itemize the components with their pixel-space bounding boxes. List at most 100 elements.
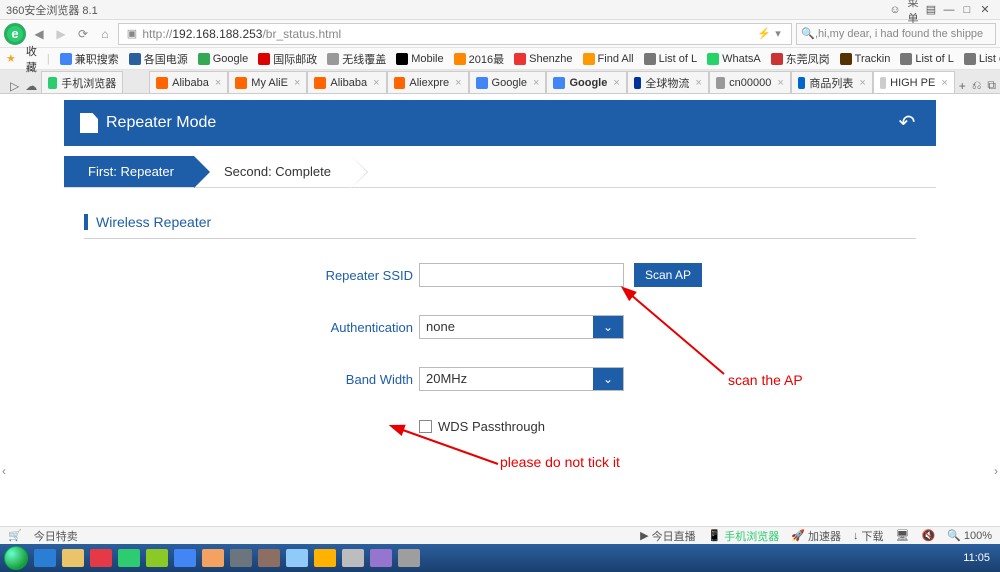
taskbar-icon[interactable] xyxy=(230,549,252,567)
tab[interactable]: Google× xyxy=(469,71,547,93)
fav-star-icon[interactable]: ★ xyxy=(6,52,16,65)
status-tool-icon[interactable]: 🖥 xyxy=(895,529,909,542)
taskbar-icon[interactable] xyxy=(342,549,364,567)
tab[interactable]: Aliexpre× xyxy=(387,71,469,93)
taskbar-icon[interactable] xyxy=(258,549,280,567)
tab[interactable]: cn00000× xyxy=(709,71,791,93)
status-cart-icon[interactable]: 🛒 xyxy=(8,529,22,542)
taskbar-icon[interactable] xyxy=(90,549,112,567)
bookmark-item[interactable]: Google xyxy=(198,53,248,65)
tab-history-icon[interactable]: ▷ xyxy=(10,79,19,93)
auth-label: Authentication xyxy=(64,320,419,335)
bookmark-item[interactable]: List of L xyxy=(964,53,1000,65)
url-path: /br_status.html xyxy=(262,27,341,41)
wizard-step-1[interactable]: First: Repeater xyxy=(64,156,194,187)
wizard-step-2[interactable]: Second: Complete xyxy=(194,156,351,187)
bookmark-item[interactable]: Trackin xyxy=(840,53,891,65)
dropdown-icon[interactable]: ▾ xyxy=(771,27,785,41)
reload-button[interactable]: ⟳ xyxy=(74,25,92,43)
taskbar-icon[interactable] xyxy=(34,549,56,567)
close-icon[interactable]: × xyxy=(215,77,221,89)
wds-checkbox[interactable] xyxy=(419,420,432,433)
start-button[interactable] xyxy=(4,546,28,570)
taskbar-icon[interactable] xyxy=(286,549,308,567)
page-title: Repeater Mode xyxy=(106,114,216,132)
ssid-input[interactable] xyxy=(419,263,624,287)
tab[interactable]: My AliE× xyxy=(228,71,307,93)
tab-bar: ▷ ☁ 手机浏览器 Alibaba× My AliE× Alibaba× Ali… xyxy=(0,70,1000,94)
feedback-icon[interactable]: ☺ xyxy=(886,4,904,16)
tab-cloud-icon[interactable]: ☁ xyxy=(25,79,37,93)
taskbar-icon[interactable] xyxy=(370,549,392,567)
tray-icon[interactable]: ▤ xyxy=(922,3,940,16)
forward-button[interactable]: ▶ xyxy=(52,25,70,43)
taskbar-icon[interactable] xyxy=(146,549,168,567)
status-live[interactable]: ▶ 今日直播 xyxy=(640,528,695,544)
tab[interactable]: Alibaba× xyxy=(149,71,228,93)
close-icon[interactable]: × xyxy=(695,77,701,89)
bookmark-item[interactable]: WhatsA xyxy=(707,53,761,65)
status-zoom[interactable]: 🔍 100% xyxy=(947,529,992,542)
close-icon[interactable]: × xyxy=(941,77,947,89)
close-button[interactable]: ✕ xyxy=(976,3,994,16)
bookmark-item[interactable]: 2016最 xyxy=(454,51,504,67)
home-button[interactable]: ⌂ xyxy=(96,25,114,43)
tab[interactable]: 手机浏览器 xyxy=(41,71,123,93)
bookmark-item[interactable]: List of L xyxy=(644,53,698,65)
bookmark-item[interactable]: 兼职搜索 xyxy=(60,51,119,67)
maximize-button[interactable]: □ xyxy=(958,4,976,16)
search-box[interactable]: 🔍 ,hi,my dear, i had found the shippe xyxy=(796,23,996,45)
bookmark-item[interactable]: Mobile xyxy=(396,53,443,65)
tab-restore-icon[interactable]: ⎌ xyxy=(972,78,982,93)
scroll-left-icon[interactable]: ‹ xyxy=(2,464,6,478)
scroll-right-icon[interactable]: › xyxy=(994,464,998,478)
tab[interactable]: 商品列表× xyxy=(791,71,873,93)
bookmark-item[interactable]: 东莞凤岗 xyxy=(771,51,830,67)
status-accel[interactable]: 🚀 加速器 xyxy=(791,528,841,544)
taskbar-icon[interactable] xyxy=(174,549,196,567)
engine-icon[interactable]: ⚡ xyxy=(757,27,771,41)
status-today[interactable]: 今日特卖 xyxy=(34,528,78,544)
bookmark-item[interactable]: 各国电源 xyxy=(129,51,188,67)
status-sound-icon[interactable]: 🔇 xyxy=(921,529,935,542)
close-icon[interactable]: × xyxy=(859,77,865,89)
bandwidth-select[interactable]: 20MHz ⌄ xyxy=(419,367,624,391)
back-button[interactable]: ◀ xyxy=(30,25,48,43)
annotation-scan: scan the AP xyxy=(728,372,803,388)
scan-ap-button[interactable]: Scan AP xyxy=(634,263,702,287)
taskbar-icon[interactable] xyxy=(398,549,420,567)
status-mobile[interactable]: 📱 手机浏览器 xyxy=(708,528,780,544)
taskbar-icon[interactable] xyxy=(62,549,84,567)
page-header: Repeater Mode ↶ xyxy=(64,100,936,146)
taskbar-icon[interactable] xyxy=(118,549,140,567)
tab[interactable]: Alibaba× xyxy=(307,71,386,93)
tab[interactable]: 全球物流× xyxy=(627,71,709,93)
bookmark-item[interactable]: 国际邮政 xyxy=(258,51,317,67)
taskbar-clock[interactable]: 11:05 xyxy=(963,552,996,564)
annotation-wds: please do not tick it xyxy=(500,454,620,470)
new-tab-button[interactable]: + xyxy=(959,79,966,93)
close-icon[interactable]: × xyxy=(613,77,619,89)
bookmark-item[interactable]: List of L xyxy=(900,53,954,65)
taskbar-icon[interactable] xyxy=(314,549,336,567)
close-icon[interactable]: × xyxy=(373,77,379,89)
ssid-label: Repeater SSID xyxy=(64,268,419,283)
close-icon[interactable]: × xyxy=(455,77,461,89)
back-arrow-button[interactable]: ↶ xyxy=(894,110,920,136)
status-download[interactable]: ↓ 下载 xyxy=(853,528,884,544)
tab-list-icon[interactable]: ⧉ xyxy=(987,78,996,93)
close-icon[interactable]: × xyxy=(294,77,300,89)
bookmarks-bar: ★ 收藏 | 兼职搜索 各国电源 Google 国际邮政 无线覆盖 Mobile… xyxy=(0,48,1000,70)
close-icon[interactable]: × xyxy=(533,77,539,89)
bookmark-item[interactable]: Find All xyxy=(583,53,634,65)
taskbar-icon[interactable] xyxy=(202,549,224,567)
close-icon[interactable]: × xyxy=(777,77,783,89)
tab[interactable]: HIGH PE× xyxy=(873,71,955,93)
tab[interactable]: Google× xyxy=(546,71,626,93)
bookmark-item[interactable]: 无线覆盖 xyxy=(327,51,386,67)
bookmark-item[interactable]: Shenzhe xyxy=(514,53,572,65)
bandwidth-label: Band Width xyxy=(64,372,419,387)
auth-select[interactable]: none ⌄ xyxy=(419,315,624,339)
address-bar[interactable]: ▣ http://192.168.188.253/br_status.html … xyxy=(118,23,792,45)
minimize-button[interactable]: — xyxy=(940,4,958,16)
